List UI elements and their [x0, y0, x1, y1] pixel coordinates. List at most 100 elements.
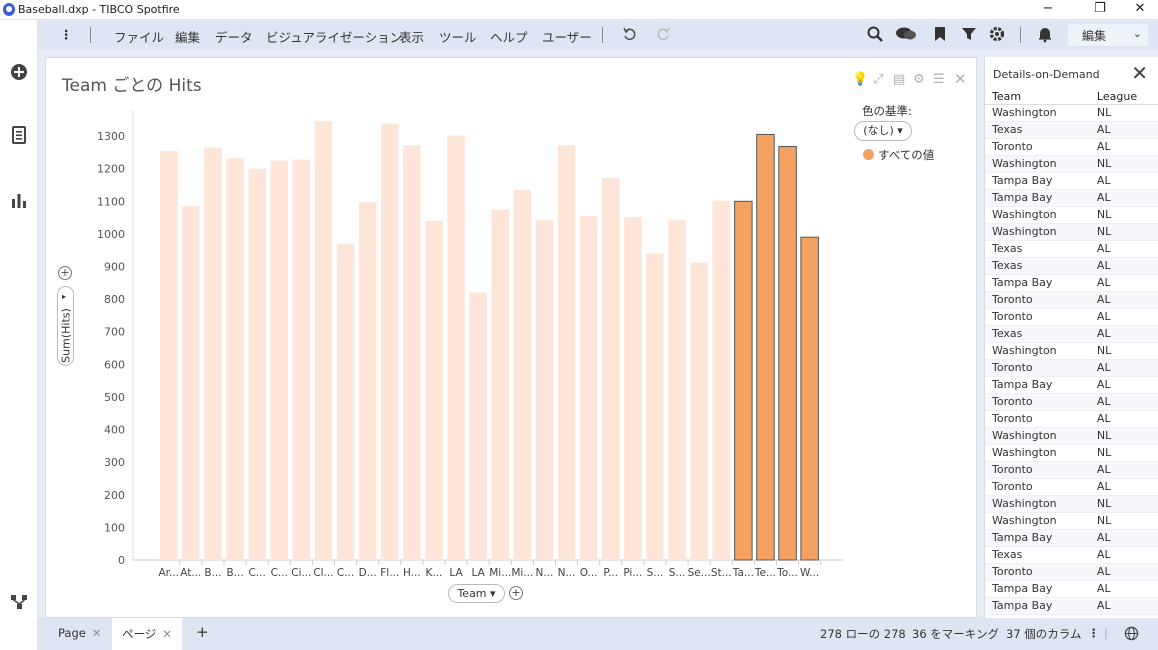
- bar[interactable]: [182, 206, 200, 560]
- page-tab-active[interactable]: ページ ✕: [112, 618, 182, 650]
- bar[interactable]: [712, 200, 731, 561]
- restore-button[interactable]: ❐: [1082, 0, 1118, 20]
- close-button[interactable]: ✕: [1122, 0, 1158, 20]
- table-row[interactable]: Toronto AL: [985, 138, 1158, 156]
- menu-file[interactable]: ファイル: [114, 27, 164, 46]
- table-row[interactable]: Toronto AL: [985, 478, 1158, 496]
- bar[interactable]: [756, 133, 775, 561]
- table-row[interactable]: Tampa Bay AL: [985, 597, 1158, 615]
- settings-gear-icon[interactable]: [988, 25, 1006, 43]
- bar[interactable]: [646, 253, 664, 560]
- close-tab-icon[interactable]: ✕: [162, 627, 172, 641]
- table-row[interactable]: Washington NL: [985, 512, 1158, 530]
- properties-gear-icon[interactable]: ⚙: [913, 72, 925, 87]
- minimize-button[interactable]: −: [1030, 0, 1066, 20]
- bar[interactable]: [734, 200, 753, 561]
- table-row[interactable]: Washington NL: [985, 342, 1158, 360]
- table-row[interactable]: Toronto AL: [985, 461, 1158, 479]
- close-visualization-icon[interactable]: ✕: [954, 70, 967, 88]
- collaboration-icon[interactable]: [895, 25, 917, 43]
- table-row[interactable]: Toronto AL: [985, 291, 1158, 309]
- bar[interactable]: [557, 145, 576, 560]
- table-row[interactable]: Toronto AL: [985, 393, 1158, 411]
- table-row[interactable]: Washington NL: [985, 104, 1158, 122]
- description-icon[interactable]: ▤: [893, 72, 905, 87]
- bar[interactable]: [403, 145, 421, 560]
- add-data-icon[interactable]: [9, 62, 29, 82]
- add-xaxis-icon[interactable]: +: [509, 586, 523, 600]
- bar[interactable]: [491, 209, 510, 560]
- bar[interactable]: [800, 236, 819, 561]
- table-row[interactable]: Tampa Bay AL: [985, 274, 1158, 292]
- bar[interactable]: [447, 135, 465, 560]
- table-row[interactable]: Washington NL: [985, 223, 1158, 241]
- add-yaxis-icon[interactable]: +: [58, 266, 72, 280]
- data-canvas-icon[interactable]: [9, 592, 29, 612]
- bar[interactable]: [292, 159, 311, 560]
- bar[interactable]: [668, 220, 686, 560]
- add-page-icon[interactable]: +: [196, 623, 209, 641]
- menu-user[interactable]: ユーザー: [542, 27, 592, 46]
- xaxis-selector[interactable]: Team ▾: [448, 584, 505, 603]
- legend-item[interactable]: すべての値: [863, 147, 934, 163]
- bar[interactable]: [425, 220, 443, 560]
- table-row[interactable]: Toronto AL: [985, 308, 1158, 326]
- menu-data[interactable]: データ: [215, 27, 253, 46]
- table-row[interactable]: Tampa Bay AL: [985, 529, 1158, 547]
- redo-icon[interactable]: [654, 25, 672, 43]
- color-by-dropdown[interactable]: (なし) ▾: [854, 121, 912, 141]
- table-row[interactable]: Washington NL: [985, 155, 1158, 173]
- table-row[interactable]: Tampa Bay AL: [985, 172, 1158, 190]
- table-row[interactable]: Washington NL: [985, 427, 1158, 445]
- table-row[interactable]: Toronto AL: [985, 359, 1158, 377]
- menu-help[interactable]: ヘルプ: [490, 27, 528, 46]
- mode-dropdown[interactable]: 編集 ⌄: [1068, 24, 1148, 46]
- table-row[interactable]: Texas AL: [985, 325, 1158, 343]
- undo-icon[interactable]: [621, 25, 639, 43]
- yaxis-selector[interactable]: ▸ Sum(Hits): [57, 286, 74, 366]
- table-row[interactable]: Texas AL: [985, 121, 1158, 139]
- bar[interactable]: [160, 150, 178, 560]
- bar[interactable]: [358, 201, 377, 560]
- menu-visualization[interactable]: ビジュアライゼーション: [266, 27, 402, 46]
- bar[interactable]: [469, 292, 487, 560]
- bookmarks-icon[interactable]: [931, 25, 949, 43]
- bar[interactable]: [248, 168, 266, 560]
- bar[interactable]: [226, 158, 244, 560]
- table-row[interactable]: Tampa Bay AL: [985, 580, 1158, 598]
- files-library-icon[interactable]: [9, 125, 29, 145]
- table-row[interactable]: Washington NL: [985, 206, 1158, 224]
- menu-tools[interactable]: ツール: [439, 27, 477, 46]
- bar[interactable]: [270, 160, 289, 560]
- menu-view[interactable]: 表示: [399, 27, 424, 46]
- close-icon[interactable]: ✕: [1131, 61, 1148, 85]
- bar[interactable]: [336, 243, 355, 560]
- column-header-team[interactable]: Team: [985, 89, 1090, 105]
- bar[interactable]: [513, 189, 532, 560]
- close-tab-icon[interactable]: ✕: [92, 626, 102, 640]
- bar[interactable]: [579, 215, 598, 560]
- more-menu-icon[interactable]: ⋮: [60, 27, 73, 42]
- page-tab-page[interactable]: Page ✕: [58, 626, 101, 640]
- table-row[interactable]: Washington NL: [985, 444, 1158, 462]
- globe-icon[interactable]: [1124, 626, 1139, 641]
- menu-edit[interactable]: 編集: [175, 27, 200, 46]
- bar[interactable]: [381, 123, 399, 560]
- legend-list-icon[interactable]: ☰: [933, 72, 945, 87]
- table-row[interactable]: Tampa Bay AL: [985, 376, 1158, 394]
- table-row[interactable]: Texas AL: [985, 546, 1158, 564]
- bar[interactable]: [602, 177, 620, 560]
- bar[interactable]: [690, 262, 708, 560]
- lightbulb-icon[interactable]: 💡: [852, 72, 868, 87]
- maximize-icon[interactable]: ⤢: [873, 72, 883, 87]
- status-more-icon[interactable]: ⋮: [1088, 626, 1100, 640]
- column-header-league[interactable]: League: [1089, 89, 1158, 105]
- bar[interactable]: [535, 220, 554, 560]
- table-row[interactable]: Tampa Bay AL: [985, 189, 1158, 207]
- table-row[interactable]: Washington NL: [985, 495, 1158, 513]
- bar[interactable]: [204, 147, 222, 561]
- visualization-types-icon[interactable]: [9, 190, 29, 210]
- bar[interactable]: [624, 216, 642, 560]
- table-row[interactable]: Texas AL: [985, 257, 1158, 275]
- bar-chart[interactable]: 0 100 200 300 400 500 600 700 800 900 1000 1100 1200…: [90, 100, 850, 580]
